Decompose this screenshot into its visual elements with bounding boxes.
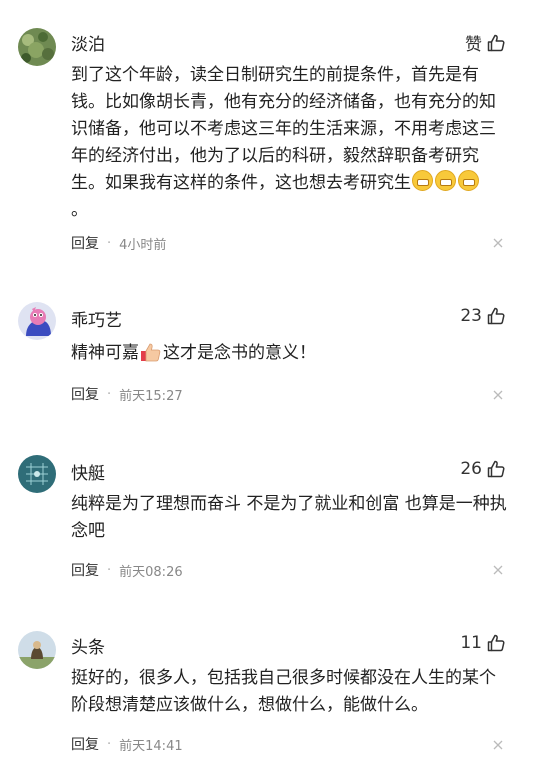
timestamp: 前天08:26 [119,564,183,580]
like-button[interactable]: 23 [460,306,506,326]
comment-text: 精神可嘉 这才是念书的意义！ [71,343,316,363]
comment-meta: 回复 · 4小时前 [71,233,166,253]
like-button[interactable]: 赞 [465,30,506,55]
separator-dot: · [107,736,112,752]
comment-text: 挺好的，很多人，包括我自己很多时候都没在人生的某个阶段想清楚应该做什么，想做什么… [71,668,496,715]
comment-text: 到了这个年龄，读全日制研究生的前提条件，首先是有钱。比如像胡长青，他有充分的经济… [71,65,496,220]
avatar[interactable] [18,302,56,340]
like-label: 赞 [465,35,482,55]
grinning-emoji [458,170,479,191]
thumbs-up-icon [487,307,505,325]
like-button[interactable]: 26 [460,459,506,479]
like-count: 11 [460,633,482,653]
timestamp: 4小时前 [119,237,167,253]
grinning-emoji [412,170,433,191]
reply-button[interactable]: 回复 [71,233,99,253]
close-icon[interactable] [492,389,504,401]
username[interactable]: 快艇 [71,459,105,484]
username[interactable]: 头条 [71,633,105,658]
like-button[interactable]: 11 [460,633,506,653]
avatar[interactable] [18,455,56,493]
reply-button[interactable]: 回复 [71,734,99,754]
reply-button[interactable]: 回复 [71,560,99,580]
thumbs-up-emoji [141,343,161,362]
like-count: 26 [460,459,482,479]
avatar[interactable] [18,631,56,669]
timestamp: 前天15:27 [119,388,183,404]
separator-dot: · [107,235,112,251]
close-icon[interactable] [492,564,504,576]
avatar[interactable] [18,28,56,66]
close-icon[interactable] [492,237,504,249]
comment-meta: 回复 · 前天14:41 [71,734,183,754]
username[interactable]: 淡泊 [71,30,105,55]
like-count: 23 [460,306,482,326]
close-icon[interactable] [492,739,504,751]
username[interactable]: 乖巧艺 [71,306,122,331]
thumbs-up-icon [487,460,505,478]
grinning-emoji [435,170,456,191]
timestamp: 前天14:41 [119,738,183,754]
reply-button[interactable]: 回复 [71,384,99,404]
separator-dot: · [107,562,112,578]
thumbs-up-icon [487,634,505,652]
comment-text: 纯粹是为了理想而奋斗 不是为了就业和创富 也算是一种执念吧 [71,494,507,541]
comment-meta: 回复 · 前天08:26 [71,560,183,580]
comment-meta: 回复 · 前天15:27 [71,384,183,404]
separator-dot: · [107,386,112,402]
thumbs-up-icon [487,34,505,51]
